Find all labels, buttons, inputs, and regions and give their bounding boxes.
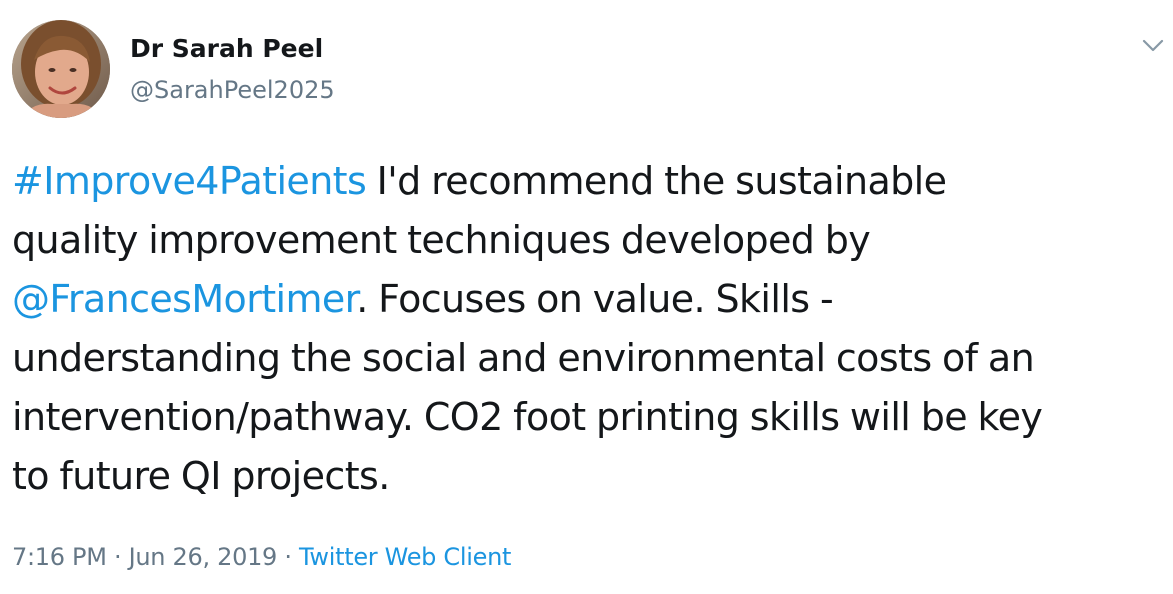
author-display-name[interactable]: Dr Sarah Peel: [130, 32, 323, 66]
tweet-line: #Improve4Patients I'd recommend the sust…: [12, 152, 1167, 211]
tweet-line: to future QI projects.: [12, 454, 390, 498]
tweet-line: @FrancesMortimer. Focuses on value. Skil…: [12, 270, 1167, 329]
avatar[interactable]: [12, 20, 110, 118]
tweet-metadata: 7:16 PM · Jun 26, 2019 · Twitter Web Cli…: [12, 540, 511, 574]
tweet-source-link[interactable]: Twitter Web Client: [299, 543, 511, 571]
hashtag-link[interactable]: #Improve4Patients: [12, 159, 367, 203]
tweet-text-segment: I'd recommend the sustainable: [366, 159, 947, 203]
chevron-down-icon[interactable]: [1140, 36, 1166, 56]
tweet-card: Dr Sarah Peel @SarahPeel2025 #Improve4Pa…: [0, 0, 1173, 594]
avatar-photo: [12, 20, 110, 118]
tweet-line: understanding the social and environment…: [12, 336, 1035, 380]
tweet-text-segment: . Focuses on value. Skills -: [356, 277, 834, 321]
meta-separator: ·: [277, 543, 300, 571]
tweet-date[interactable]: Jun 26, 2019: [129, 543, 278, 571]
author-handle[interactable]: @SarahPeel2025: [130, 74, 335, 106]
tweet-text: #Improve4Patients I'd recommend the sust…: [12, 152, 1167, 506]
meta-separator: ·: [106, 543, 129, 571]
tweet-line: intervention/pathway. CO2 foot printing …: [12, 395, 1043, 439]
mention-link[interactable]: @FrancesMortimer: [12, 277, 357, 321]
tweet-line: quality improvement techniques developed…: [12, 218, 871, 262]
tweet-time[interactable]: 7:16 PM: [12, 543, 107, 571]
